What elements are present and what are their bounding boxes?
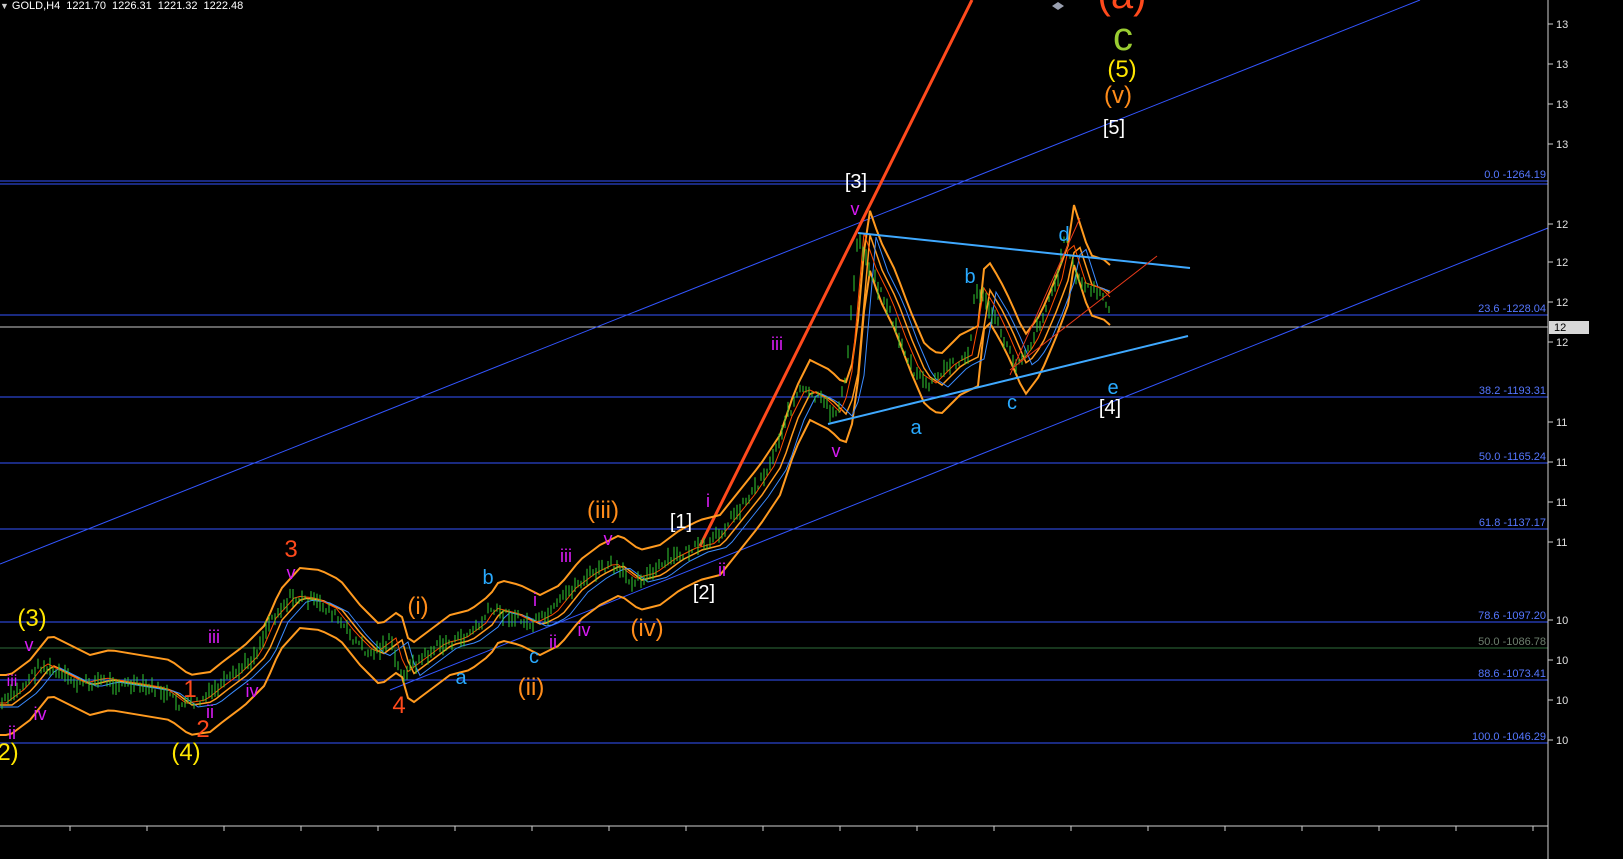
wave-label: [4]	[1099, 397, 1121, 419]
wave-label: (v)	[1104, 82, 1132, 109]
price-tick-label: 11	[1556, 457, 1567, 469]
price-chart[interactable]: 0.0 -1264.19 23.6 -1228.04 38.2 -1193.31 50…	[0, 0, 1623, 859]
price-tick-label: 10	[1556, 655, 1568, 667]
wave-label: iv	[246, 681, 259, 701]
fib-label: 50.0 -1086.78	[1478, 636, 1546, 648]
fib-label: 78.6 -1097.20	[1478, 610, 1546, 622]
wave-label: i	[533, 590, 537, 610]
fib-label: 88.6 -1073.41	[1478, 668, 1546, 680]
price-tick-label: 13	[1556, 19, 1568, 31]
wave-label: [2]	[693, 582, 715, 604]
wave-label: (i)	[407, 593, 428, 620]
price-tick-label: 12	[1556, 219, 1568, 231]
wave-label: v	[832, 441, 841, 461]
wave-label: c	[1113, 15, 1133, 59]
wave-label: c	[529, 646, 539, 668]
price-tick-label: 11	[1556, 497, 1567, 509]
low-value: 1221.32	[157, 0, 198, 12]
wave-label: 4	[392, 692, 405, 719]
wave-label: a	[455, 667, 467, 689]
wave-label: b	[482, 567, 493, 589]
wave-label: iii	[771, 334, 783, 354]
wave-label: 2)	[0, 739, 19, 766]
wave-label: (ii)	[518, 674, 545, 701]
wave-label: ii	[549, 632, 557, 652]
price-tick-label: 11	[1556, 417, 1567, 429]
price-tick-label: 13	[1556, 139, 1568, 151]
fib-label: 38.2 -1193.31	[1479, 385, 1546, 397]
price-tick-label: 10	[1556, 695, 1568, 707]
fib-label: 61.8 -1137.17	[1479, 517, 1546, 529]
wave-label: a	[910, 417, 922, 439]
wave-label: iv	[578, 620, 591, 640]
symbol-label: GOLD,H4	[11, 0, 61, 12]
wave-label: 1	[183, 676, 196, 703]
symbol-dropdown-icon[interactable]: ▼	[0, 1, 9, 11]
fib-label: 100.0 -1046.29	[1472, 731, 1546, 743]
wave-label: iv	[34, 704, 47, 724]
price-tick-label: 12	[1556, 337, 1568, 349]
wave-label: (3)	[17, 605, 46, 632]
wave-label: d	[1058, 224, 1069, 246]
wave-label: iii	[7, 673, 18, 690]
wave-label: iii	[208, 627, 220, 647]
wave-label: v	[287, 563, 296, 583]
price-tick-label: 13	[1556, 59, 1568, 71]
wave-label: ii	[718, 560, 726, 580]
wave-label: e	[1107, 377, 1118, 399]
price-tick-label: 10	[1556, 615, 1568, 627]
wave-label: [5]	[1103, 117, 1125, 139]
wave-label: [3]	[845, 171, 867, 193]
wave-label: (iv)	[630, 615, 663, 642]
wave-label: 3	[284, 536, 297, 563]
wave-label: (5)	[1107, 56, 1136, 83]
wave-label: ii	[206, 702, 214, 722]
price-tick-label: 12	[1556, 297, 1568, 309]
close-value: 1222.48	[203, 0, 244, 12]
wave-label: i	[706, 491, 710, 511]
current-price-tag: 12	[1554, 322, 1566, 334]
wave-label: (4)	[171, 739, 200, 766]
fib-label: 23.6 -1228.04	[1478, 303, 1546, 315]
wave-label: iii	[560, 546, 572, 566]
fib-label: 50.0 -1165.24	[1479, 451, 1546, 463]
chart-background	[0, 0, 1623, 859]
wave-label: [1]	[670, 511, 692, 533]
wave-label: b	[964, 266, 975, 288]
wave-label: v	[25, 635, 34, 655]
price-tick-label: 13	[1556, 99, 1568, 111]
wave-label: c	[1007, 392, 1017, 414]
fib-label: 0.0 -1264.19	[1484, 169, 1546, 181]
wave-label: v	[851, 199, 860, 219]
chart-header: ▼ GOLD,H4 1221.70 1226.31 1221.32 1222.48	[0, 0, 249, 14]
price-tick-label: 10	[1556, 735, 1568, 747]
price-tick-label: 12	[1556, 257, 1568, 269]
open-value: 1221.70	[66, 0, 106, 12]
wave-label: v	[604, 529, 613, 549]
high-value: 1226.31	[111, 0, 152, 12]
wave-label: (iii)	[587, 497, 619, 524]
price-tick-label: 11	[1556, 537, 1567, 549]
